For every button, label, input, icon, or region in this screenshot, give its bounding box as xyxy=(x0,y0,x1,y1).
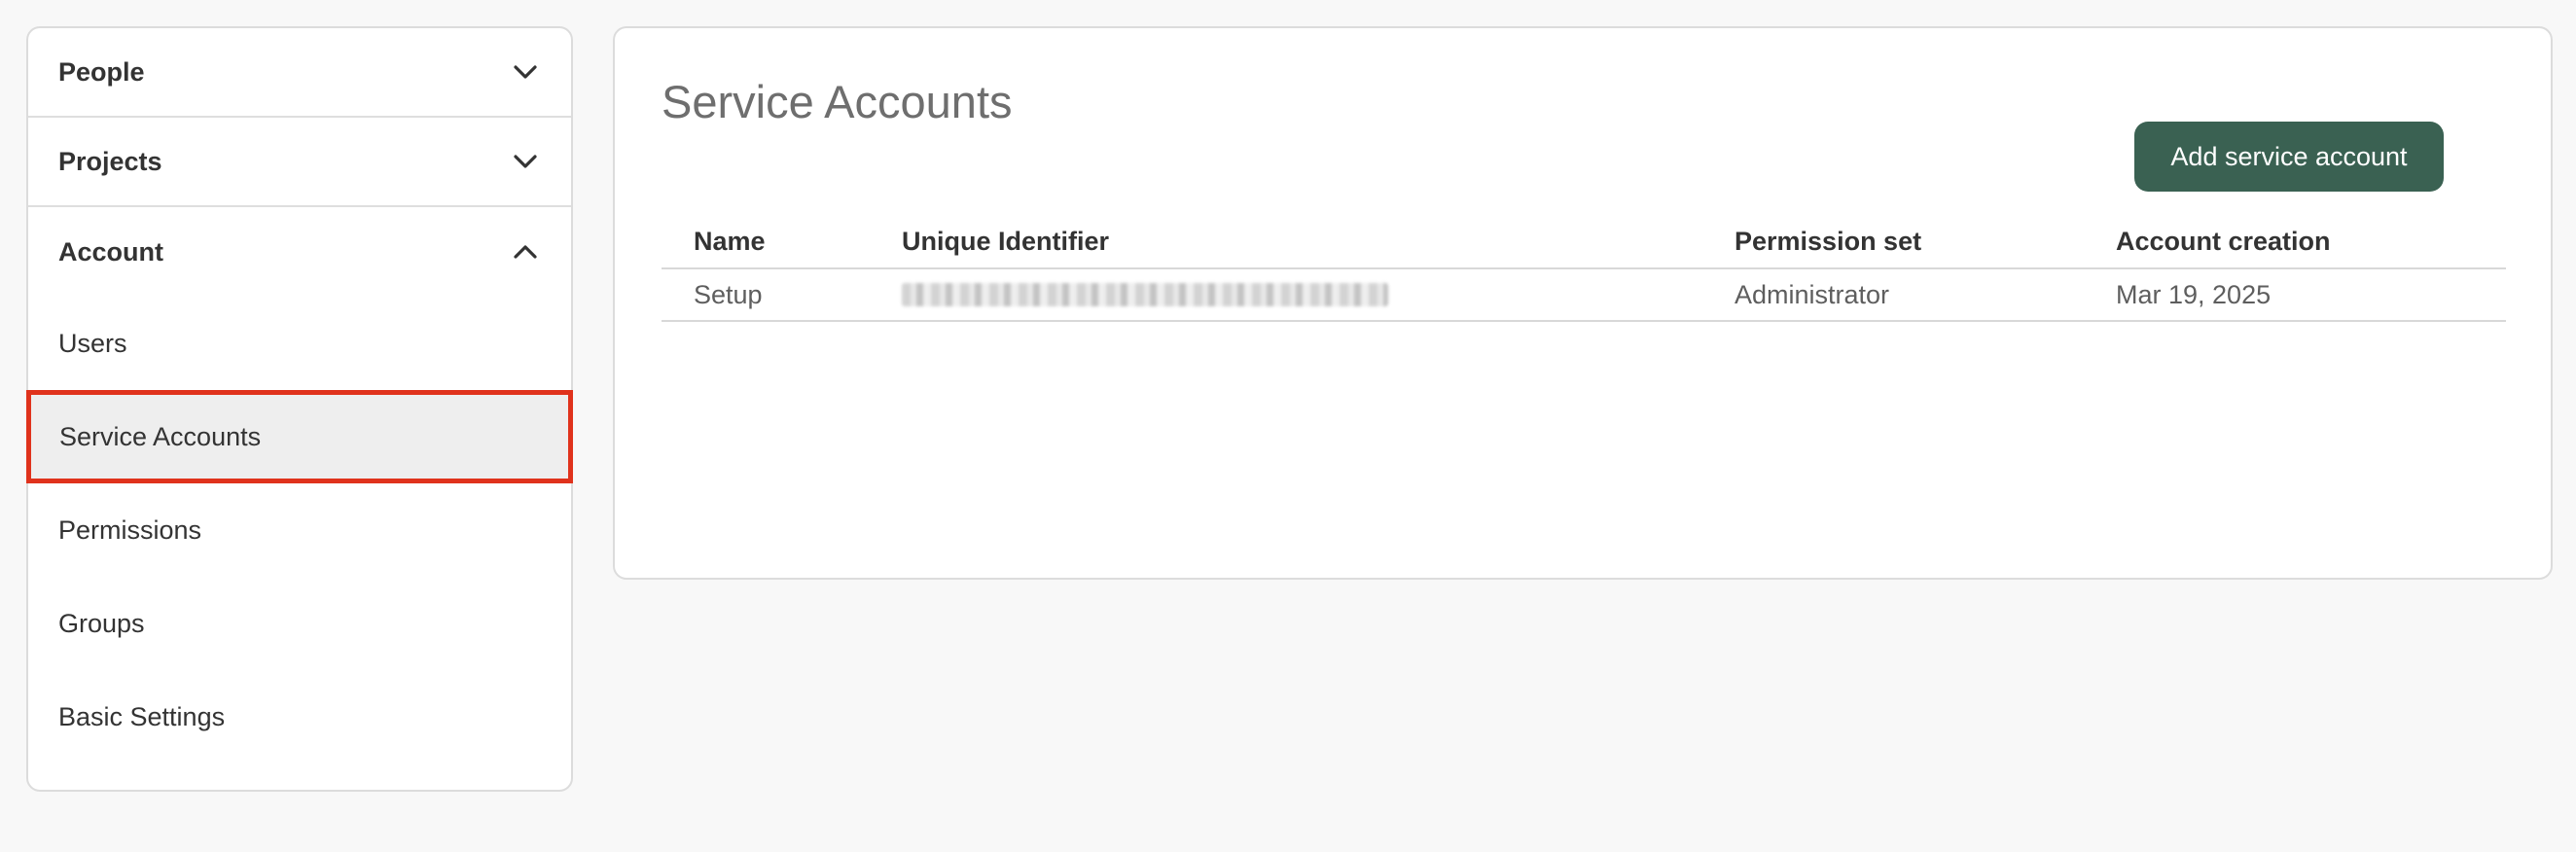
redacted-identifier xyxy=(902,283,1388,306)
cell-account-creation: Mar 19, 2025 xyxy=(2116,279,2272,309)
sidebar-item-label: Groups xyxy=(58,608,145,638)
sidebar-item-label: Users xyxy=(58,328,127,358)
main-panel: Service Accounts Add service account Nam… xyxy=(613,26,2553,580)
sidebar-item-label: Basic Settings xyxy=(58,701,226,731)
page-title: Service Accounts xyxy=(662,76,1013,127)
sidebar-item-permissions[interactable]: Permissions xyxy=(28,483,571,577)
sidebar-section-label: People xyxy=(58,56,145,87)
sidebar-section-label: Projects xyxy=(58,146,162,176)
add-service-account-button[interactable]: Add service account xyxy=(2134,122,2444,192)
column-header-permission-set[interactable]: Permission set xyxy=(1735,215,1921,267)
cell-name: Setup xyxy=(694,279,763,309)
sidebar-item-groups[interactable]: Groups xyxy=(28,577,571,670)
sidebar-item-basic-settings[interactable]: Basic Settings xyxy=(28,670,571,763)
sidebar-section-label: Account xyxy=(58,236,163,266)
sidebar: People Projects Account Users Service Ac… xyxy=(26,26,573,792)
chevron-up-icon xyxy=(513,239,538,265)
sidebar-item-service-accounts[interactable]: Service Accounts xyxy=(26,390,573,483)
cell-unique-identifier xyxy=(902,269,1388,320)
service-accounts-table: Name Unique Identifier Permission set Ac… xyxy=(662,215,2506,322)
table-row[interactable]: Setup Administrator Mar 19, 2025 xyxy=(662,269,2506,322)
cell-permission-set: Administrator xyxy=(1735,279,1890,309)
column-header-name[interactable]: Name xyxy=(694,215,766,267)
sidebar-section-projects[interactable]: Projects xyxy=(28,118,571,207)
sidebar-item-label: Permissions xyxy=(58,515,202,545)
column-header-unique-identifier[interactable]: Unique Identifier xyxy=(902,215,1109,267)
sidebar-item-users[interactable]: Users xyxy=(28,297,571,390)
table-header-row: Name Unique Identifier Permission set Ac… xyxy=(662,215,2506,269)
sidebar-section-people[interactable]: People xyxy=(28,28,571,118)
chevron-down-icon xyxy=(513,59,538,85)
column-header-account-creation[interactable]: Account creation xyxy=(2116,215,2331,267)
sidebar-section-account[interactable]: Account xyxy=(28,207,571,297)
sidebar-item-label: Service Accounts xyxy=(59,421,262,451)
chevron-down-icon xyxy=(513,149,538,174)
